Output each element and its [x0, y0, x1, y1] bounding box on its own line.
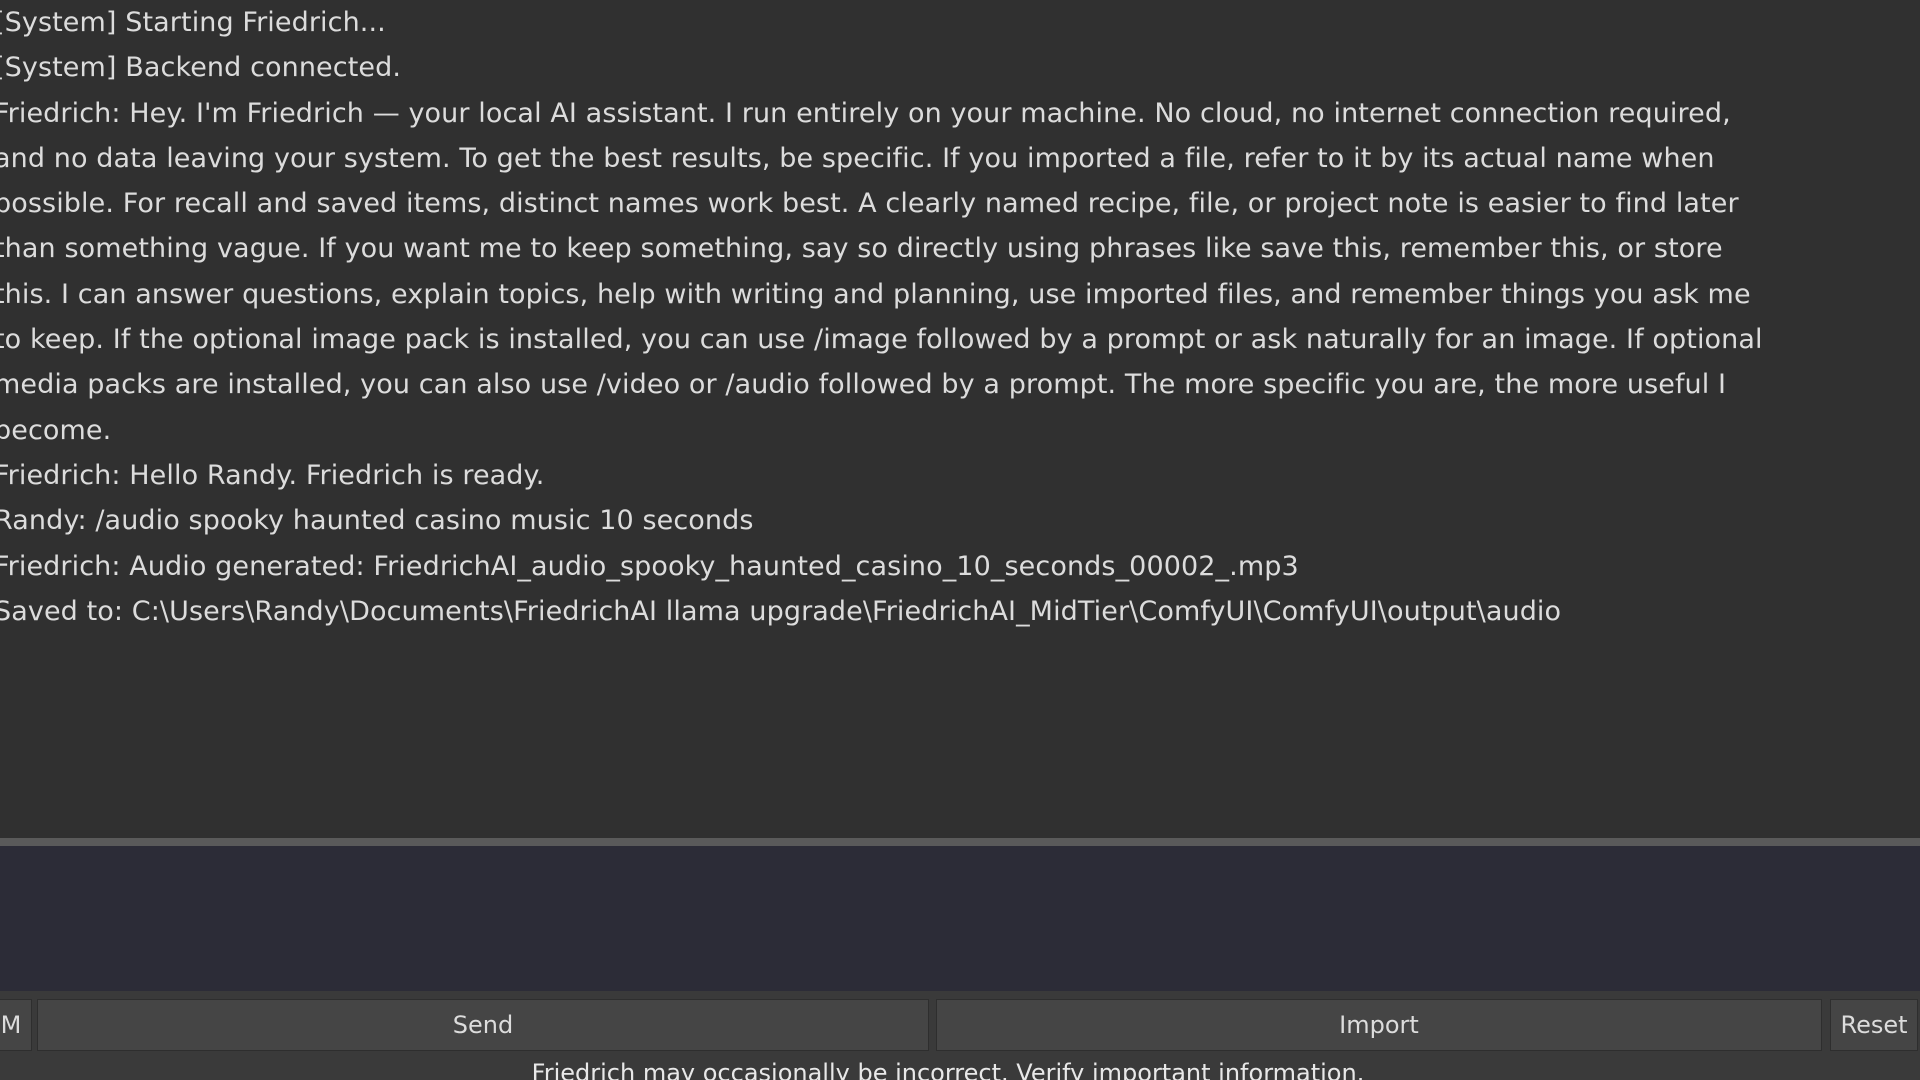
- status-bar: Friedrich may occasionally be incorrect.…: [0, 1060, 1920, 1080]
- app-window: [System] Starting Friedrich... [System] …: [0, 0, 1920, 1080]
- pane-divider[interactable]: [0, 838, 1920, 846]
- chat-line: media packs are installed, you can also …: [0, 369, 1727, 401]
- chat-line: possible. For recall and saved items, di…: [0, 188, 1739, 220]
- chat-line: Friedrich: Hey. I'm Friedrich — your loc…: [0, 97, 1731, 129]
- chat-line: to keep. If the optional image pack is i…: [0, 324, 1763, 356]
- partial-m-button[interactable]: M: [0, 999, 32, 1051]
- message-input[interactable]: [0, 846, 1920, 991]
- button-bar: M Send Import Reset: [0, 991, 1920, 1060]
- chat-log[interactable]: [System] Starting Friedrich... [System] …: [0, 0, 1920, 838]
- chat-lines: [System] Starting Friedrich... [System] …: [0, 0, 1914, 634]
- chat-line: [System] Starting Friedrich...: [0, 7, 386, 38]
- chat-line: and no data leaving your system. To get …: [0, 142, 1715, 174]
- chat-line: Friedrich: Audio generated: FriedrichAI_…: [0, 550, 1299, 582]
- disclaimer-text: Friedrich may occasionally be incorrect.…: [531, 1060, 1365, 1080]
- chat-line: Saved to: C:\Users\Randy\Documents\Fried…: [0, 595, 1562, 627]
- chat-line: Randy: /audio spooky haunted casino musi…: [0, 505, 754, 537]
- chat-line: Friedrich: Hello Randy. Friedrich is rea…: [0, 459, 545, 491]
- chat-line: become.: [0, 414, 112, 446]
- chat-line: than something vague. If you want me to …: [0, 233, 1723, 265]
- chat-line: this. I can answer questions, explain to…: [0, 278, 1751, 310]
- chat-line: [System] Backend connected.: [0, 52, 402, 84]
- send-button[interactable]: Send: [37, 999, 929, 1051]
- reset-button[interactable]: Reset: [1830, 999, 1918, 1051]
- import-button[interactable]: Import: [936, 999, 1822, 1051]
